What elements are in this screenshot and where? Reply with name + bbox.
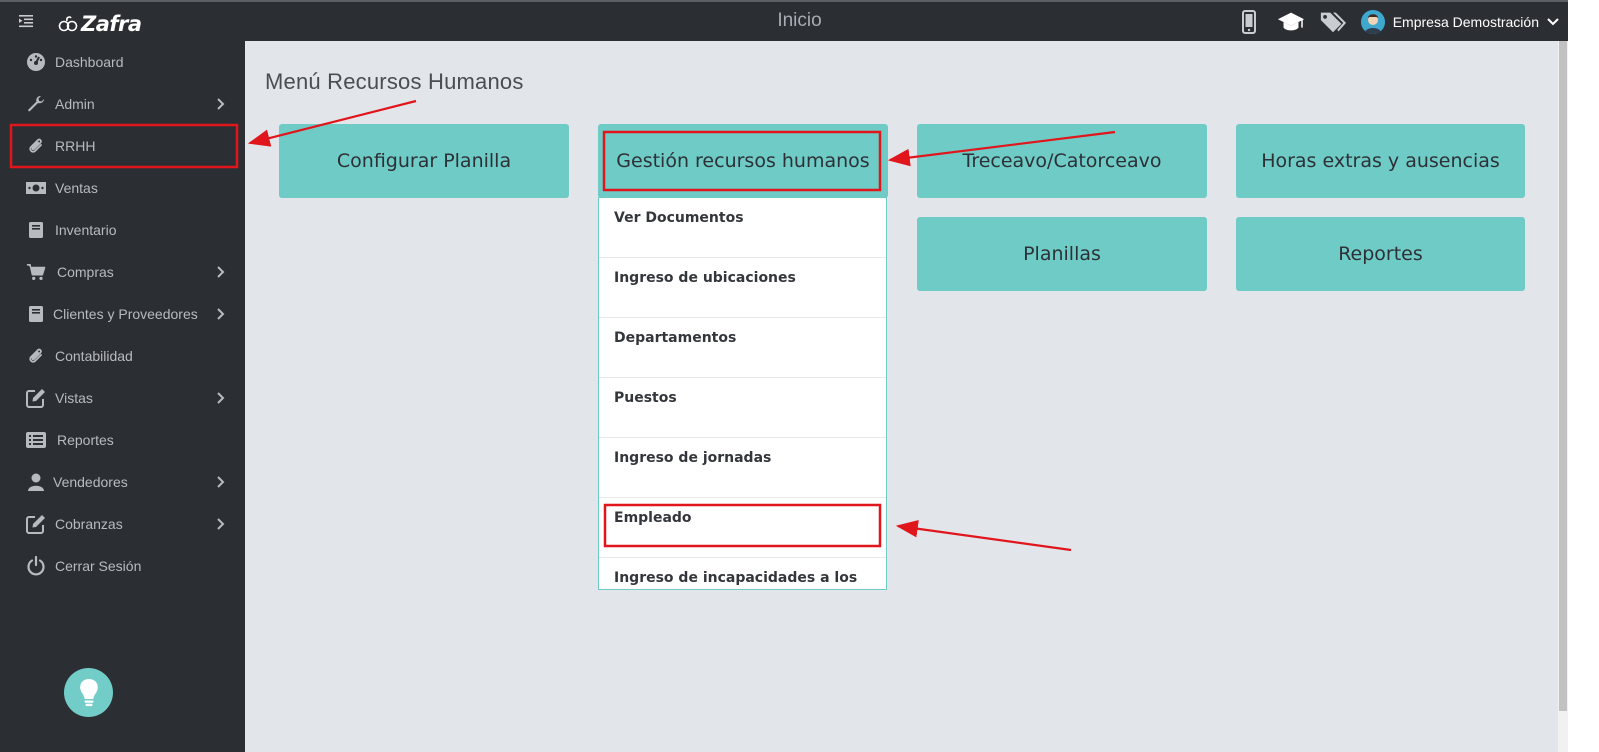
wrench-icon — [26, 94, 46, 114]
edit-icon — [26, 388, 46, 408]
tags-icon[interactable] — [1319, 9, 1347, 35]
tile-label: Planillas — [1023, 243, 1101, 265]
tile-label: Configurar Planilla — [336, 150, 512, 172]
sidebar-item-label: RRHH — [55, 138, 96, 154]
sidebar-item-reportes[interactable]: Reportes — [0, 419, 245, 461]
sidebar-item-cerrar-sesion[interactable]: Cerrar Sesión — [0, 545, 245, 587]
sidebar-item-vendedores[interactable]: Vendedores — [0, 461, 245, 503]
sidebar-item-vistas[interactable]: Vistas — [0, 377, 245, 419]
cart-icon — [26, 262, 46, 282]
tile-label: Treceavo/Catorceavo — [962, 150, 1162, 172]
logo-text: Zafra — [81, 12, 142, 36]
menu-toggle-icon[interactable] — [19, 13, 33, 28]
help-lightbulb-button[interactable] — [64, 668, 113, 717]
dropdown-item-ver-documentos[interactable]: Ver Documentos — [599, 198, 886, 258]
page-header-title: Inicio — [777, 10, 822, 31]
sidebar-item-inventario[interactable]: Inventario — [0, 209, 245, 251]
chevron-right-icon — [217, 98, 225, 110]
page-scrollbar[interactable] — [1558, 41, 1568, 752]
tile-label: Reportes — [1338, 243, 1423, 265]
chevron-down-icon — [1547, 18, 1559, 26]
page-title: Menú Recursos Humanos — [265, 69, 524, 94]
dashboard-icon — [26, 52, 46, 72]
sidebar-item-label: Ventas — [55, 180, 98, 196]
mobile-icon[interactable] — [1235, 9, 1263, 35]
logo-icon — [58, 16, 78, 32]
tile-planillas[interactable]: Planillas — [917, 217, 1207, 291]
sidebar-item-label: Dashboard — [55, 54, 124, 70]
sidebar-item-label: Vendedores — [53, 474, 128, 490]
sidebar-item-cobranzas[interactable]: Cobranzas — [0, 503, 245, 545]
tile-label: Horas extras y ausencias — [1261, 150, 1500, 172]
sidebar-item-label: Inventario — [55, 222, 117, 238]
sidebar: Dashboard Admin RRHH Ventas Inventario C… — [0, 41, 245, 752]
sidebar-item-dashboard[interactable]: Dashboard — [0, 41, 245, 83]
edit-icon — [26, 514, 46, 534]
sidebar-item-ventas[interactable]: Ventas — [0, 167, 245, 209]
user-icon — [26, 472, 46, 492]
user-name: Empresa Demostración — [1392, 14, 1539, 30]
power-icon — [26, 556, 46, 576]
paperclip-icon — [26, 136, 46, 156]
chevron-right-icon — [217, 308, 225, 320]
scrollbar-thumb[interactable] — [1559, 41, 1567, 711]
paperclip-icon — [26, 346, 46, 366]
dropdown-item-ingreso-incapacidades[interactable]: Ingreso de incapacidades a los — [599, 558, 886, 589]
user-menu[interactable]: Empresa Demostración — [1360, 10, 1559, 34]
tile-configurar-planilla[interactable]: Configurar Planilla — [279, 124, 569, 198]
chevron-right-icon — [217, 266, 225, 278]
sidebar-item-contabilidad[interactable]: Contabilidad — [0, 335, 245, 377]
book-icon — [26, 304, 46, 324]
graduation-cap-icon[interactable] — [1277, 9, 1305, 35]
sidebar-item-label: Contabilidad — [55, 348, 133, 364]
book-icon — [26, 220, 46, 240]
lightbulb-icon — [79, 678, 98, 706]
dropdown-item-puestos[interactable]: Puestos — [599, 378, 886, 438]
tile-label: Gestión recursos humanos — [616, 150, 870, 172]
app-logo[interactable]: Zafra — [58, 12, 142, 36]
dropdown-item-ingreso-ubicaciones[interactable]: Ingreso de ubicaciones — [599, 258, 886, 318]
header-actions: Empresa Demostración — [1235, 9, 1559, 35]
sidebar-item-clientes-proveedores[interactable]: Clientes y Proveedores — [0, 293, 245, 335]
dropdown-item-ingreso-jornadas[interactable]: Ingreso de jornadas — [599, 438, 886, 498]
top-bar: Zafra Inicio Empresa Demostración — [0, 0, 1599, 41]
chevron-right-icon — [217, 392, 225, 404]
sidebar-item-label: Admin — [55, 96, 95, 112]
tile-horas-extras-ausencias[interactable]: Horas extras y ausencias — [1236, 124, 1525, 198]
tile-reportes[interactable]: Reportes — [1236, 217, 1525, 291]
sidebar-item-label: Reportes — [57, 432, 114, 448]
list-icon — [26, 430, 46, 450]
tile-gestion-recursos-humanos[interactable]: Gestión recursos humanos — [598, 124, 888, 198]
sidebar-item-label: Compras — [57, 264, 114, 280]
dropdown-item-empleado[interactable]: Empleado — [599, 498, 886, 558]
avatar — [1360, 10, 1385, 34]
money-icon — [26, 178, 46, 198]
chevron-right-icon — [217, 518, 225, 530]
sidebar-item-label: Clientes y Proveedores — [53, 306, 198, 322]
tile-treceavo-catorceavo[interactable]: Treceavo/Catorceavo — [917, 124, 1207, 198]
sidebar-item-label: Cobranzas — [55, 516, 123, 532]
window-edge — [1568, 0, 1599, 752]
sidebar-item-admin[interactable]: Admin — [0, 83, 245, 125]
chevron-right-icon — [217, 476, 225, 488]
sidebar-item-rrhh[interactable]: RRHH — [0, 125, 245, 167]
main-content: Menú Recursos Humanos Configurar Planill… — [245, 41, 1558, 752]
sidebar-item-compras[interactable]: Compras — [0, 251, 245, 293]
sidebar-item-label: Cerrar Sesión — [55, 558, 142, 574]
gestion-dropdown-menu: Ver Documentos Ingreso de ubicaciones De… — [598, 197, 887, 590]
dropdown-item-departamentos[interactable]: Departamentos — [599, 318, 886, 378]
sidebar-item-label: Vistas — [55, 390, 93, 406]
